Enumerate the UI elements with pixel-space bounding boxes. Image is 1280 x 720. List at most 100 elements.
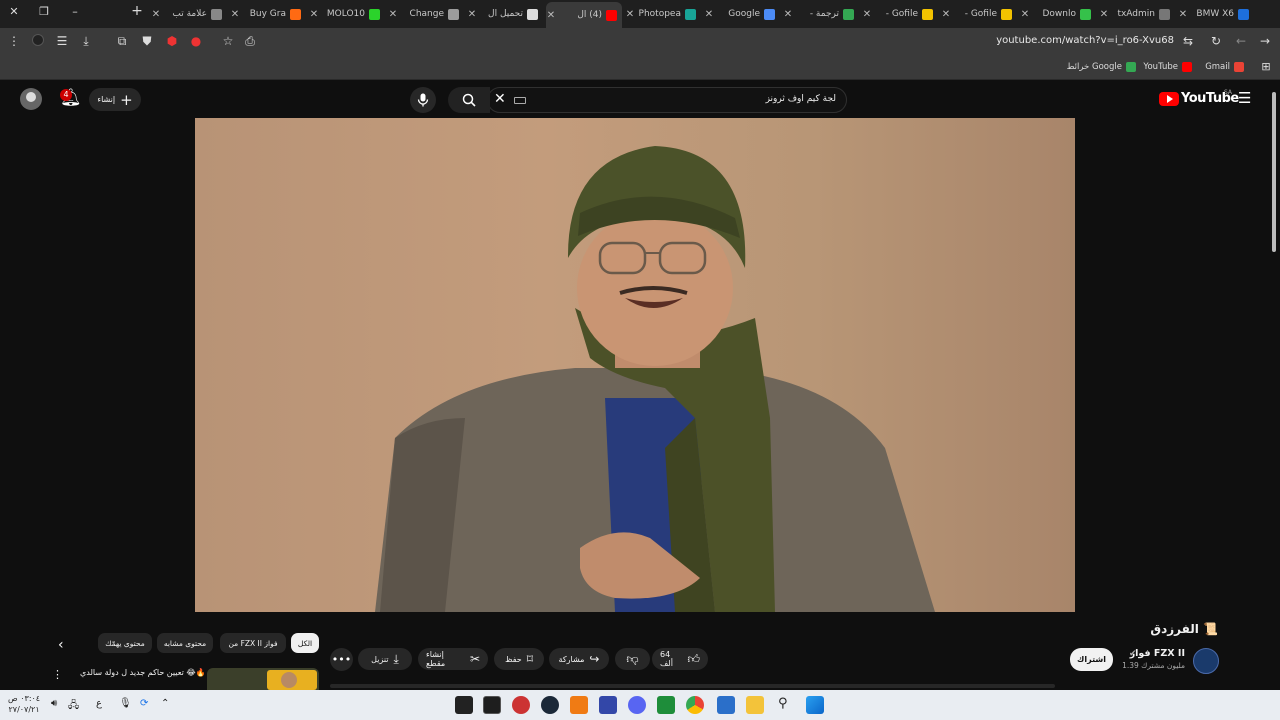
- taskbar-search-icon[interactable]: ⚲: [778, 696, 788, 711]
- browser-tab[interactable]: ✕ Photopea: [625, 4, 701, 24]
- downloads-icon[interactable]: ⤓: [78, 34, 94, 49]
- tray-overflow-icon[interactable]: ⌃: [161, 698, 169, 709]
- app-orange-icon[interactable]: [570, 696, 588, 714]
- browser-tab[interactable]: ✕ ترجمة -: [783, 4, 859, 24]
- tab-close-icon[interactable]: ✕: [309, 9, 319, 20]
- close-window-icon[interactable]: ✕: [6, 5, 22, 18]
- save-button[interactable]: حفظ ⌑: [494, 648, 544, 670]
- guide-menu-icon[interactable]: ☰: [1238, 89, 1251, 107]
- tab-close-icon[interactable]: ✕: [1178, 9, 1188, 20]
- profile-icon[interactable]: [30, 34, 46, 49]
- store-icon[interactable]: [717, 696, 735, 714]
- volume-icon[interactable]: 🔊︎: [51, 698, 57, 709]
- discord-icon[interactable]: [628, 696, 646, 714]
- back-icon[interactable]: ←: [1233, 34, 1249, 48]
- sync-tray-icon[interactable]: ⟳: [140, 698, 148, 709]
- extensions-icon[interactable]: ⧉: [114, 34, 130, 49]
- browser-tab[interactable]: ✕ (4) ال: [546, 2, 622, 28]
- address-bar[interactable]: youtube.com/watch?v=i_ro6-Xvu68: [996, 35, 1174, 46]
- browser-tab[interactable]: ✕ Change: [388, 4, 464, 24]
- tab-close-icon[interactable]: ✕: [151, 9, 161, 20]
- minimize-window-icon[interactable]: –: [67, 5, 83, 18]
- keyboard-icon[interactable]: [514, 97, 526, 104]
- browser-tab[interactable]: ✕ علامة تب: [151, 4, 227, 24]
- forward-icon[interactable]: →: [1257, 34, 1273, 48]
- apps-grid-icon[interactable]: ⊞: [1258, 60, 1274, 73]
- video-player[interactable]: [195, 118, 1075, 612]
- clip-button[interactable]: إنشاء مقطع ✂: [418, 648, 488, 670]
- epic-games-icon[interactable]: [455, 696, 473, 714]
- chrome-icon[interactable]: [686, 696, 704, 714]
- browser-tab[interactable]: ✕ MOLO10: [309, 4, 385, 24]
- tab-close-icon[interactable]: ✕: [230, 9, 240, 20]
- page-scrollbar[interactable]: [1271, 86, 1277, 686]
- channel-avatar[interactable]: [1193, 648, 1219, 674]
- browser-tab[interactable]: ✕ Gofile -: [862, 4, 938, 24]
- avatar[interactable]: [20, 88, 42, 110]
- chip-recommended[interactable]: محتوى يهمّك: [98, 633, 152, 653]
- reading-list-icon[interactable]: ☰: [54, 34, 70, 48]
- browser-tab[interactable]: ✕ Gofile -: [941, 4, 1017, 24]
- language-indicator[interactable]: ع: [96, 698, 102, 709]
- chips-scroll-left-icon[interactable]: ‹: [58, 637, 64, 653]
- like-button[interactable]: 64 ألف 👍︎: [652, 648, 708, 670]
- browser-tab[interactable]: ✕ Downlo: [1020, 4, 1096, 24]
- browser-menu-icon[interactable]: ⋮: [6, 34, 22, 48]
- voice-search-button[interactable]: [410, 87, 436, 113]
- more-actions-button[interactable]: •••: [330, 648, 353, 671]
- app-red-icon[interactable]: [512, 696, 530, 714]
- search-button[interactable]: [448, 87, 490, 113]
- new-tab-icon[interactable]: +: [129, 3, 145, 19]
- browser-tab[interactable]: ✕ Buy Gra: [230, 4, 306, 24]
- start-menu-icon[interactable]: [806, 696, 824, 714]
- horizontal-scrollbar[interactable]: [330, 684, 1055, 688]
- clock[interactable]: ٠٣:٠٤ ص ٢٧/٠٧/٢١: [8, 693, 40, 715]
- bookmark-youtube[interactable]: YouTube: [1143, 62, 1192, 72]
- mic-tray-icon[interactable]: 🎙︎: [119, 698, 132, 709]
- site-settings-icon[interactable]: ⇆: [1180, 34, 1196, 48]
- install-app-icon[interactable]: ⎙: [242, 34, 258, 49]
- create-button[interactable]: إنشاء +: [89, 88, 141, 111]
- steam-icon[interactable]: [541, 696, 559, 714]
- bookmark-google-maps[interactable]: خرائط Google: [1067, 62, 1136, 72]
- network-icon[interactable]: 🖧︎: [68, 698, 79, 715]
- chip-from-channel[interactable]: من FZX II فواز: [220, 633, 286, 653]
- browser-tab[interactable]: ✕ txAdmin: [1099, 4, 1175, 24]
- channel-name[interactable]: فواز FZX II: [1130, 648, 1185, 659]
- tab-close-icon[interactable]: ✕: [862, 9, 872, 20]
- app-blue-icon[interactable]: [599, 696, 617, 714]
- adblock-extension-icon[interactable]: ⬢: [164, 34, 180, 48]
- recommendation-menu-icon[interactable]: ⋮: [52, 668, 63, 681]
- share-button[interactable]: مشاركة ↪: [549, 648, 609, 670]
- browser-tab[interactable]: ✕ Google: [704, 4, 780, 24]
- tab-close-icon[interactable]: ✕: [467, 9, 477, 20]
- reload-icon[interactable]: ↻: [1208, 34, 1224, 48]
- terminal-icon[interactable]: [483, 696, 501, 714]
- tab-close-icon[interactable]: ✕: [388, 9, 398, 20]
- tab-close-icon[interactable]: ✕: [625, 9, 635, 20]
- recommendation-thumbnail[interactable]: [207, 668, 319, 690]
- tab-close-icon[interactable]: ✕: [1099, 9, 1109, 20]
- search-input[interactable]: لجة كيم اوف ثرونز: [766, 94, 836, 104]
- bookmark-gmail[interactable]: Gmail: [1205, 62, 1244, 72]
- subscribe-button[interactable]: اشتراك: [1070, 648, 1113, 671]
- recommendation-title[interactable]: تعيين حاكم جديد ل دولة سالدي 😂🔥 !: [80, 668, 211, 677]
- file-explorer-icon[interactable]: [746, 696, 764, 714]
- tab-close-icon[interactable]: ✕: [941, 9, 951, 20]
- browser-tab[interactable]: ✕ BMW X6: [1178, 4, 1254, 24]
- xbox-icon[interactable]: [657, 696, 675, 714]
- tab-close-icon[interactable]: ✕: [783, 9, 793, 20]
- tab-close-icon[interactable]: ✕: [1020, 9, 1030, 20]
- chip-all[interactable]: الكل: [291, 633, 319, 653]
- search-box[interactable]: ✕ لجة كيم اوف ثرونز: [448, 87, 847, 113]
- clear-search-icon[interactable]: ✕: [494, 91, 506, 107]
- dislike-button[interactable]: 👎︎: [615, 648, 650, 670]
- tab-close-icon[interactable]: ✕: [546, 10, 556, 21]
- shield-extension-icon[interactable]: ⛊: [139, 34, 155, 49]
- youtube-logo-icon[interactable]: [1159, 92, 1179, 106]
- download-button[interactable]: تنزيل ⤓: [358, 648, 412, 670]
- restore-window-icon[interactable]: ❐: [36, 5, 52, 18]
- tab-close-icon[interactable]: ✕: [704, 9, 714, 20]
- browser-tab[interactable]: ✕ تحميل ال: [467, 4, 543, 24]
- chip-related[interactable]: محتوى مشابه: [157, 633, 213, 653]
